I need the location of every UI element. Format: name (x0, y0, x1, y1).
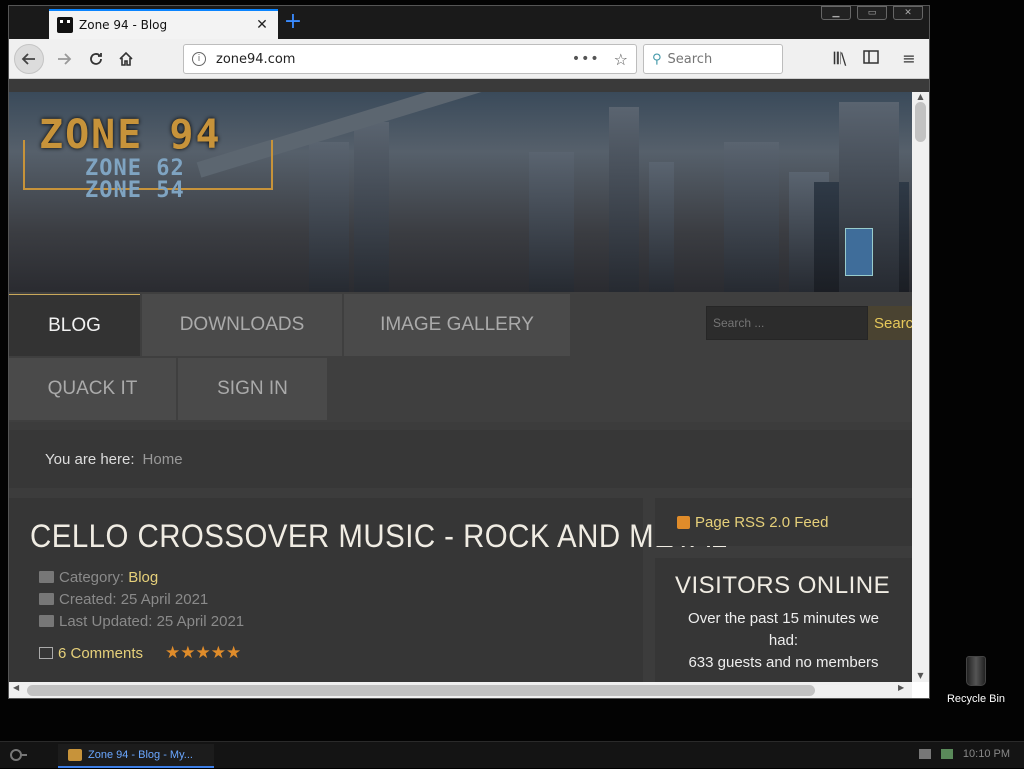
forward-button[interactable] (49, 44, 79, 74)
calendar-icon (39, 615, 54, 627)
desktop: Zone 94 - Blog ✕ + ▁ ▭ ✕ i zone94.com ••… (0, 0, 1024, 768)
article-category: Category: Blog (30, 567, 622, 589)
page-actions-icon[interactable]: ••• (572, 51, 600, 67)
vertical-scrollbar[interactable]: ▲ ▼ (912, 92, 929, 682)
scroll-right-icon[interactable]: ▶ (898, 683, 904, 692)
article-updated: Last Updated: 25 April 2021 (30, 611, 622, 633)
home-button[interactable] (111, 44, 141, 74)
breadcrumb-home-link[interactable]: Home (143, 451, 183, 468)
site-search-input[interactable] (706, 306, 868, 340)
article: CELLO CROSSOVER MUSIC - ROCK AND METAL C… (9, 498, 727, 682)
main-menu: BLOG DOWNLOADS IMAGE GALLERY QUACK IT SI… (9, 292, 912, 422)
page-viewport: ZONE 94 ZONE 62 ZONE 54 BLOG DOWNLOADS I… (9, 92, 912, 682)
bookmark-star-icon[interactable]: ☆ (614, 50, 628, 69)
browser-window: Zone 94 - Blog ✕ + ▁ ▭ ✕ i zone94.com ••… (8, 5, 930, 699)
reload-button[interactable] (81, 44, 111, 74)
rss-feed-module: Page RSS 2.0 Feed (655, 498, 912, 546)
scroll-down-icon[interactable]: ▼ (912, 671, 929, 680)
visitors-line-2: 633 guests and no members (688, 654, 879, 671)
taskbar-item-browser[interactable]: Zone 94 - Blog - My... (58, 744, 214, 768)
logo-sub-text-2: ZONE 54 (85, 178, 185, 203)
keyboard-icon[interactable] (918, 749, 931, 759)
taskbar: Zone 94 - Blog - My... 10:10 PM (0, 741, 1024, 768)
horizontal-scrollbar[interactable]: ◀ ▶ (9, 682, 912, 698)
hamburger-menu-icon[interactable]: ≡ (898, 49, 920, 68)
tab-close-icon[interactable]: ✕ (254, 17, 270, 33)
visitors-line-1: Over the past 15 minutes we had: (688, 610, 879, 649)
arrow-right-icon (58, 53, 72, 65)
menu-item-blog[interactable]: BLOG (9, 294, 140, 356)
menu-item-image-gallery[interactable]: IMAGE GALLERY (344, 294, 570, 356)
clock[interactable]: 10:10 PM (963, 748, 1010, 760)
rating-stars[interactable]: ★★★★★ (165, 643, 241, 663)
breadcrumb-label: You are here: (45, 450, 135, 468)
new-tab-button[interactable]: + (281, 11, 305, 35)
article-created: Created: 25 April 2021 (30, 589, 622, 611)
recycle-bin-icon (966, 656, 986, 686)
vertical-scroll-thumb[interactable] (915, 102, 926, 142)
rss-icon (677, 515, 690, 529)
scrollbar-corner (912, 682, 929, 698)
network-icon[interactable] (940, 749, 953, 759)
comment-icon (39, 647, 53, 659)
start-button[interactable] (6, 745, 40, 767)
recycle-bin-label: Recycle Bin (946, 693, 1006, 705)
tab-zone94[interactable]: Zone 94 - Blog ✕ (49, 9, 278, 39)
home-icon (119, 51, 133, 66)
folder-icon (39, 571, 54, 583)
menu-item-sign-in[interactable]: SIGN IN (178, 358, 327, 420)
rss-feed-link[interactable]: Page RSS 2.0 Feed (695, 514, 828, 531)
start-icon (10, 749, 27, 761)
scroll-left-icon[interactable]: ◀ (13, 683, 19, 692)
navigation-toolbar: i zone94.com ••• ☆ ⚲ 𝄃𝄃\ ≡ (9, 39, 929, 79)
breadcrumb: You are here: Home (9, 430, 912, 488)
menu-item-downloads[interactable]: DOWNLOADS (142, 294, 342, 356)
site-banner: ZONE 94 ZONE 62 ZONE 54 (9, 92, 912, 292)
menu-item-quack-it[interactable]: QUACK IT (9, 358, 176, 420)
browser-search-box[interactable]: ⚲ (643, 44, 783, 74)
site-logo[interactable]: ZONE 94 ZONE 62 ZONE 54 (23, 112, 273, 203)
minimize-button[interactable]: ▁ (821, 6, 851, 20)
article-title[interactable]: CELLO CROSSOVER MUSIC - ROCK AND METAL (30, 518, 727, 555)
visitors-title: VISITORS ONLINE (675, 572, 891, 599)
visitors-module: VISITORS ONLINE Over the past 15 minutes… (655, 558, 912, 682)
maximize-button[interactable]: ▭ (857, 6, 887, 20)
tab-title: Zone 94 - Blog (79, 18, 168, 32)
category-link[interactable]: Blog (128, 569, 158, 586)
library-icon[interactable]: 𝄃𝄃\ (829, 49, 851, 69)
taskbar-item-label: Zone 94 - Blog - My... (88, 749, 193, 761)
address-bar[interactable]: i zone94.com ••• ☆ (183, 44, 637, 74)
sidebar-toggle-icon[interactable] (860, 49, 882, 68)
recycle-bin[interactable]: Recycle Bin (940, 656, 1012, 705)
back-button[interactable] (14, 44, 44, 74)
browser-app-icon (68, 749, 82, 761)
arrow-left-icon (21, 53, 35, 65)
comments-link[interactable]: 6 Comments (58, 645, 143, 662)
search-icon: ⚲ (652, 51, 662, 67)
reload-icon (90, 53, 102, 65)
site-favicon-icon (57, 17, 73, 33)
logo-main-text: ZONE 94 (39, 112, 222, 158)
calendar-icon (39, 593, 54, 605)
site-info-icon[interactable]: i (192, 52, 206, 66)
tab-strip: Zone 94 - Blog ✕ + ▁ ▭ ✕ (9, 6, 929, 39)
scroll-up-icon[interactable]: ▲ (912, 92, 929, 101)
system-tray: 10:10 PM (918, 748, 1010, 760)
site-search-button[interactable]: Search (868, 306, 912, 340)
browser-search-input[interactable] (667, 51, 768, 67)
url-text[interactable]: zone94.com (216, 52, 572, 67)
close-window-button[interactable]: ✕ (893, 6, 923, 20)
horizontal-scroll-thumb[interactable] (27, 685, 815, 696)
